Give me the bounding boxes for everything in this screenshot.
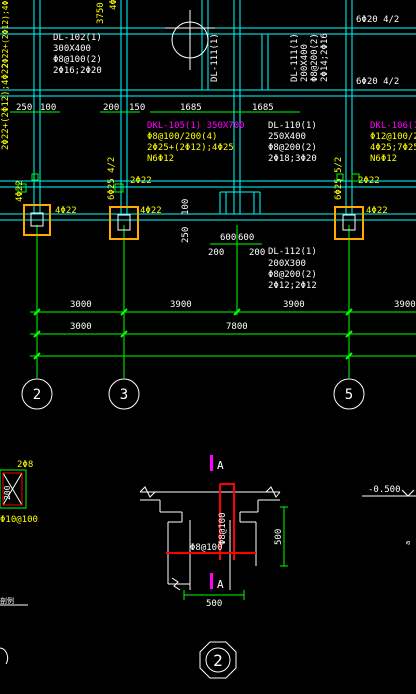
dkl105-name: DKL-105(1) 350X700 — [147, 121, 245, 131]
cut-label-top: A — [217, 459, 224, 472]
dim-1685-a: 1685 — [180, 103, 202, 113]
cut-label-bottom: A — [217, 578, 224, 591]
cad-drawing-canvas: 2 3 5 DL-102(1) 300X400 Φ8@100(2) 2Φ16;2… — [0, 0, 416, 694]
dim-mid-200b: 200 — [249, 248, 265, 258]
drawing-background — [0, 0, 416, 694]
col-rebar-left-vert: 4Φ22 — [15, 180, 25, 202]
section-dim-500-v: 500 — [274, 529, 284, 545]
left-detail-stirrup: Φ10@100 — [0, 515, 38, 525]
col-rebar-right: 4Φ22 — [366, 206, 388, 216]
dl110-annotation: DL-110(1) 250X400 Φ8@200(2) 2Φ18;3Φ20 — [268, 121, 317, 164]
dl110-size: 250X400 — [268, 132, 306, 142]
dim-mid-600b: 600 — [238, 233, 254, 243]
dim-row2-1: 7800 — [226, 322, 248, 332]
section-rebar-h: Φ8@100 — [190, 543, 223, 553]
axis-label-3: 3 — [120, 387, 128, 403]
dl111-size: 200X400 — [300, 44, 310, 82]
dl111-main: 2Φ14;2Φ16 — [320, 33, 330, 82]
dkl106-side: N6Φ12 — [370, 154, 397, 164]
section-rebar-v: Φ8@100 — [218, 512, 228, 545]
dl111-stirrup: Φ8@200(2) — [310, 33, 320, 82]
col-rebar-mid: 4Φ22 — [140, 206, 162, 216]
dkl106-main: 4Φ25;7Φ25 — [370, 143, 416, 153]
dkl106-name: DKL-106(1 — [370, 121, 416, 131]
dim-row2-0: 3000 — [70, 322, 92, 332]
dim-250-col: 250 — [181, 227, 191, 243]
left-detail-dim: 200 — [3, 485, 12, 500]
dl112-size: 200X300 — [268, 259, 306, 269]
dl102-size: 300X400 — [53, 44, 91, 54]
col-2d22b: 2Φ22 — [358, 176, 380, 186]
dim-3750: 3750 — [96, 2, 106, 24]
col-2d22: 2Φ22 — [130, 176, 152, 186]
left-detail-rebar: 2Φ8 — [17, 460, 33, 470]
col-6d25b: 6Φ25 5/2 — [334, 157, 344, 200]
dim-200: 200 — [103, 103, 119, 113]
rebar-top-right: 6Φ20 4/2 — [356, 15, 399, 25]
dl112-stirrup: Φ8@200(2) — [268, 270, 317, 280]
dkl106-stirrup: Φ12@100/2 — [370, 132, 416, 142]
dl110-stirrup: Φ8@200(2) — [268, 143, 317, 153]
axis-label-5: 5 — [345, 387, 353, 403]
dkl105-main: 2Φ25+(2Φ12);4Φ25 — [147, 143, 234, 153]
dkl105-stirrup: Φ8@100/200(4) — [147, 132, 217, 142]
dim-100: 100 — [40, 103, 56, 113]
dl110-name: DL-110(1) — [268, 121, 317, 131]
dim-150: 150 — [129, 103, 145, 113]
dim-100-col: 100 — [181, 199, 191, 215]
dl111-vertical-label: DL-111(1) — [210, 33, 220, 82]
dl110-main: 2Φ18;3Φ20 — [268, 154, 317, 164]
dl111-name: DL-111(1) — [290, 33, 300, 82]
dim-row1-1: 3900 — [170, 300, 192, 310]
elevation-value: -0.500 — [368, 485, 401, 495]
dl102-stirrup: Φ8@100(2) — [53, 55, 102, 65]
dl112-main: 2Φ12;2Φ12 — [268, 281, 317, 291]
left-detail-note: 剖例 — [0, 596, 14, 605]
section-dim-500-h: 500 — [206, 599, 222, 609]
left-vert-rebar: 2Φ22+(2Φ12);4Φ22 — [1, 63, 11, 150]
dim-250: 250 — [16, 103, 32, 113]
vert-rebar-top: 4Φ — [109, 0, 119, 10]
axis-label-2: 2 — [33, 387, 41, 403]
rebar-right-2: 6Φ20 4/2 — [356, 77, 399, 87]
dim-row1-0: 3000 — [70, 300, 92, 310]
detail-axis-label: 2 — [213, 651, 223, 670]
dim-1685-b: 1685 — [252, 103, 274, 113]
left-vert-rebar-top: 2Φ22+(2Φ12);4Φ22 — [1, 0, 10, 68]
dl102-name: DL-102(1) — [53, 33, 102, 43]
col-rebar-left: 4Φ22 — [55, 206, 77, 216]
col-6d25: 6Φ25 4/2 — [107, 157, 117, 200]
dl102-main: 2Φ16;2Φ20 — [53, 66, 102, 76]
dim-mid-200a: 200 — [208, 248, 224, 258]
dkl105-side: N6Φ12 — [147, 154, 174, 164]
dl112-name: DL-112(1) — [268, 247, 317, 257]
dim-mid-600a: 600 — [220, 233, 236, 243]
side-char: a — [404, 541, 412, 545]
dim-row1-3: 3900 — [394, 300, 416, 310]
dim-row1-2: 3900 — [283, 300, 305, 310]
